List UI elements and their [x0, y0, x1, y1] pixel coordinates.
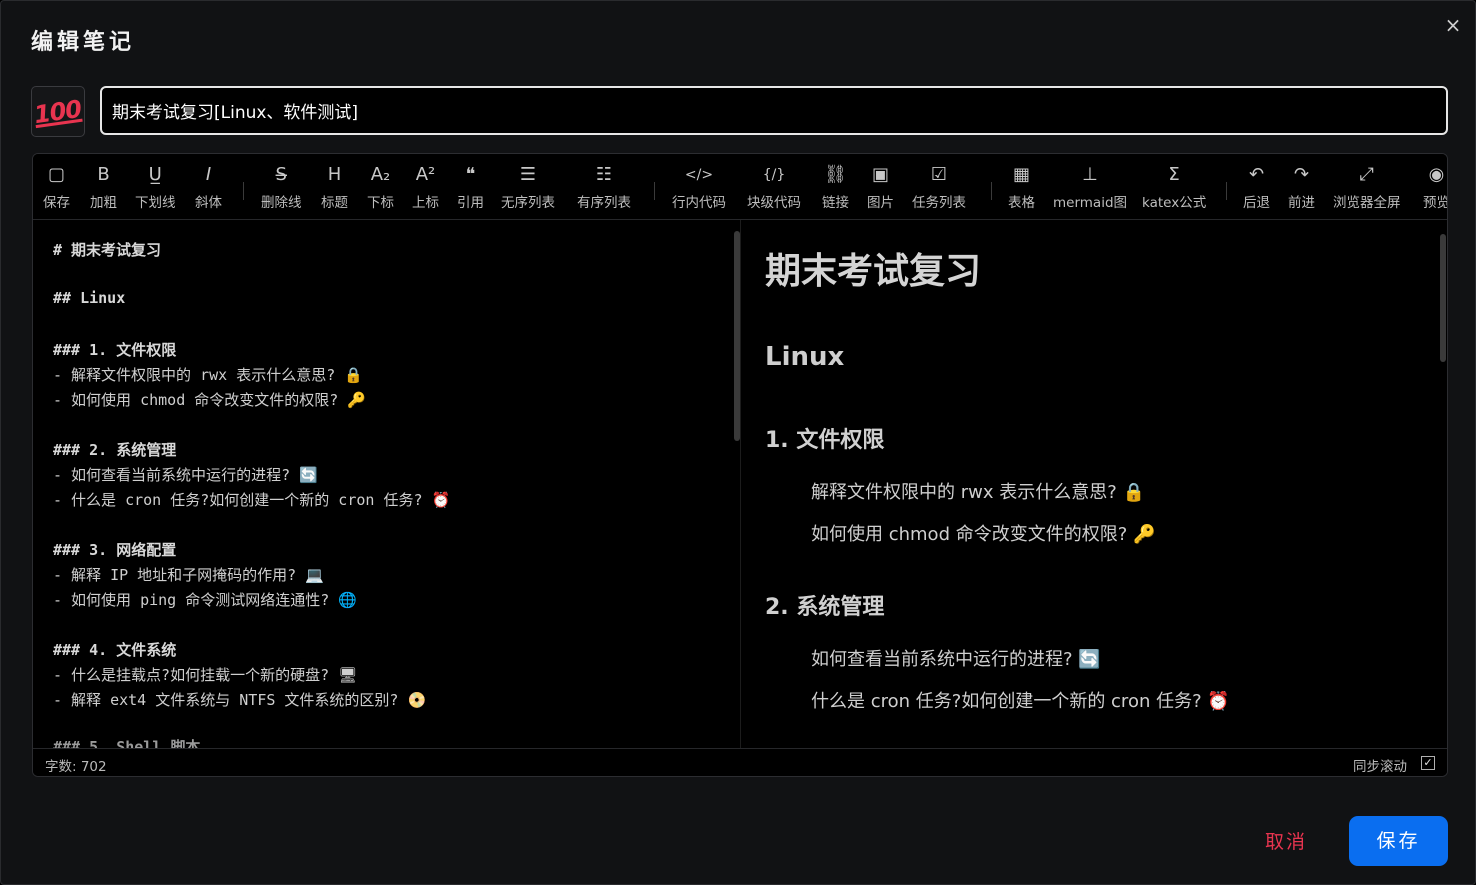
toolbar-table-button[interactable]: ▦ 表格: [1008, 162, 1035, 214]
task-list-icon: ☑: [930, 164, 948, 185]
editor-toolbar: ▢ 保存 B 加粗 U̲ 下划线 I 斜体 S̶ 删除线 H 标题 A₂ 下标 A² 上标 ❝ 引…: [33, 154, 1447, 220]
toolbar-divider: [243, 182, 244, 200]
source-line: - 解释文件权限中的 rwx 表示什么意思? 🔒: [53, 366, 363, 384]
toolbar-strikethrough-button[interactable]: S̶ 删除线: [261, 162, 302, 214]
markdown-source-pane[interactable]: # 期末考试复习 ## Linux ### 1. 文件权限 - 解释文件权限中的…: [33, 220, 733, 748]
hundred-points-icon: 100: [32, 94, 84, 129]
toolbar-task-list-button[interactable]: ☑ 任务列表: [912, 162, 966, 214]
toolbar-code-block-button[interactable]: {/} 块级代码: [747, 162, 801, 214]
source-line: - 如何使用 ping 命令测试网络连通性? 🌐: [53, 591, 357, 609]
preview-list-item: 什么是 cron 任务?如何创建一个新的 cron 任务? ⏰: [811, 691, 1230, 712]
undo-icon: ↶: [1248, 164, 1265, 185]
toolbar-mermaid-button[interactable]: ⊥ mermaid图: [1053, 162, 1127, 214]
katex-icon: Σ: [1168, 164, 1180, 185]
emoji-picker-button[interactable]: 100: [31, 86, 85, 137]
source-line: - 什么是挂载点?如何挂载一个新的硬盘? 🖥: [53, 666, 358, 684]
source-line: # 期末考试复习: [53, 241, 162, 259]
preview-scrollbar[interactable]: [1440, 234, 1446, 362]
preview-list-item: 如何查看当前系统中运行的进程? 🔄: [811, 649, 1101, 670]
toolbar-italic-button[interactable]: I 斜体: [195, 162, 222, 214]
markdown-preview-pane: 期末考试复习 Linux 1. 文件权限 解释文件权限中的 rwx 表示什么意思…: [741, 220, 1441, 748]
toolbar-quote-button[interactable]: ❝ 引用: [457, 162, 484, 214]
toolbar-ordered-list-button[interactable]: ☷ 有序列表: [577, 162, 631, 214]
source-line: - 解释 ext4 文件系统与 NTFS 文件系统的区别? 📀: [53, 691, 427, 709]
source-line: - 如何查看当前系统中运行的进程? 🔄: [53, 466, 318, 484]
bold-icon: B: [97, 164, 110, 185]
toolbar-divider: [1226, 182, 1227, 200]
toolbar-superscript-button[interactable]: A² 上标: [412, 162, 439, 214]
word-count: 字数: 702: [45, 759, 107, 775]
subscript-icon: A₂: [370, 164, 391, 185]
toolbar-bold-button[interactable]: B 加粗: [90, 162, 117, 214]
superscript-icon: A²: [415, 164, 436, 185]
source-line: ### 1. 文件权限: [53, 341, 177, 359]
toolbar-divider: [654, 182, 655, 200]
toolbar-preview-button[interactable]: ◉ 预览: [1423, 162, 1447, 214]
preview-h2: Linux: [765, 342, 845, 372]
toolbar-save-button[interactable]: ▢ 保存: [43, 162, 70, 214]
toolbar-image-button[interactable]: ▣ 图片: [867, 162, 894, 214]
toolbar-katex-button[interactable]: Σkatex公式: [1142, 162, 1206, 214]
source-line: - 如何使用 chmod 命令改变文件的权限? 🔑: [53, 391, 367, 409]
quote-icon: ❝: [465, 164, 476, 185]
cancel-button[interactable]: 取消: [1265, 827, 1307, 854]
strikethrough-icon: S̶: [275, 164, 287, 185]
source-line: ### 5. Shell 脚本: [53, 738, 201, 748]
toolbar-heading-button[interactable]: H 标题: [321, 162, 348, 214]
toolbar-inline-code-button[interactable]: </> 行内代码: [672, 162, 726, 214]
preview-h3: 1. 文件权限: [765, 428, 885, 453]
toolbar-divider: [991, 182, 992, 200]
toolbar-unordered-list-button[interactable]: ☰ 无序列表: [501, 162, 555, 214]
inline-code-icon: </>: [684, 167, 714, 183]
image-icon: ▣: [871, 164, 889, 185]
toolbar-fullscreen-button[interactable]: ⤢ 浏览器全屏: [1333, 162, 1401, 214]
save-button[interactable]: 保存: [1349, 816, 1448, 866]
fullscreen-icon: ⤢: [1359, 164, 1374, 185]
italic-icon: I: [205, 164, 212, 185]
preview-icon: ◉: [1428, 164, 1445, 185]
source-line: ### 4. 文件系统: [53, 641, 177, 659]
code-block-icon: {/}: [762, 167, 786, 183]
markdown-editor: ▢ 保存 B 加粗 U̲ 下划线 I 斜体 S̶ 删除线 H 标题 A₂ 下标 A² 上标 ❝ 引…: [32, 153, 1448, 777]
underline-icon: U̲: [148, 164, 162, 185]
source-line: ### 3. 网络配置: [53, 541, 177, 559]
close-icon[interactable]: ×: [1443, 15, 1463, 35]
redo-icon: ↷: [1293, 164, 1310, 185]
toolbar-subscript-button[interactable]: A₂ 下标: [367, 162, 394, 214]
table-icon: ▦: [1012, 164, 1030, 185]
preview-list-item: 解释文件权限中的 rwx 表示什么意思? 🔒: [811, 482, 1145, 503]
source-line: - 什么是 cron 任务?如何创建一个新的 cron 任务? ⏰: [53, 491, 451, 509]
preview-list-item: 如何使用 chmod 命令改变文件的权限? 🔑: [811, 524, 1156, 545]
source-line: ### 2. 系统管理: [53, 441, 177, 459]
toolbar-link-button[interactable]: ⛓ 链接: [822, 162, 849, 214]
toolbar-undo-button[interactable]: ↶ 后退: [1243, 162, 1270, 214]
ordered-list-icon: ☷: [595, 164, 613, 185]
source-line: - 解释 IP 地址和子网掩码的作用? 💻: [53, 566, 324, 584]
source-line: ## Linux: [53, 289, 126, 307]
preview-h3: 2. 系统管理: [765, 595, 885, 620]
mermaid-icon: ⊥: [1082, 164, 1098, 185]
unordered-list-icon: ☰: [519, 164, 537, 185]
sync-scroll-label: 同步滚动: [1353, 759, 1407, 775]
preview-h1: 期末考试复习: [765, 251, 982, 292]
dialog-title: 编辑笔记: [31, 30, 136, 55]
edit-note-dialog: 编辑笔记 × 100 ▢保存 B加粗 U̲下划线 I斜体 S̶删除线 H标题 A…: [0, 0, 1476, 885]
sync-scroll-checkbox[interactable]: ✓: [1421, 756, 1435, 770]
toolbar-underline-button[interactable]: U̲ 下划线: [135, 162, 176, 214]
editor-statusbar: 字数: 702 同步滚动 ✓: [33, 748, 1447, 776]
note-title-input[interactable]: [100, 86, 1448, 135]
link-icon: ⛓: [824, 164, 847, 185]
toolbar-redo-button[interactable]: ↷ 前进: [1288, 162, 1315, 214]
heading-icon: H: [327, 164, 342, 185]
save-icon: ▢: [47, 164, 65, 185]
